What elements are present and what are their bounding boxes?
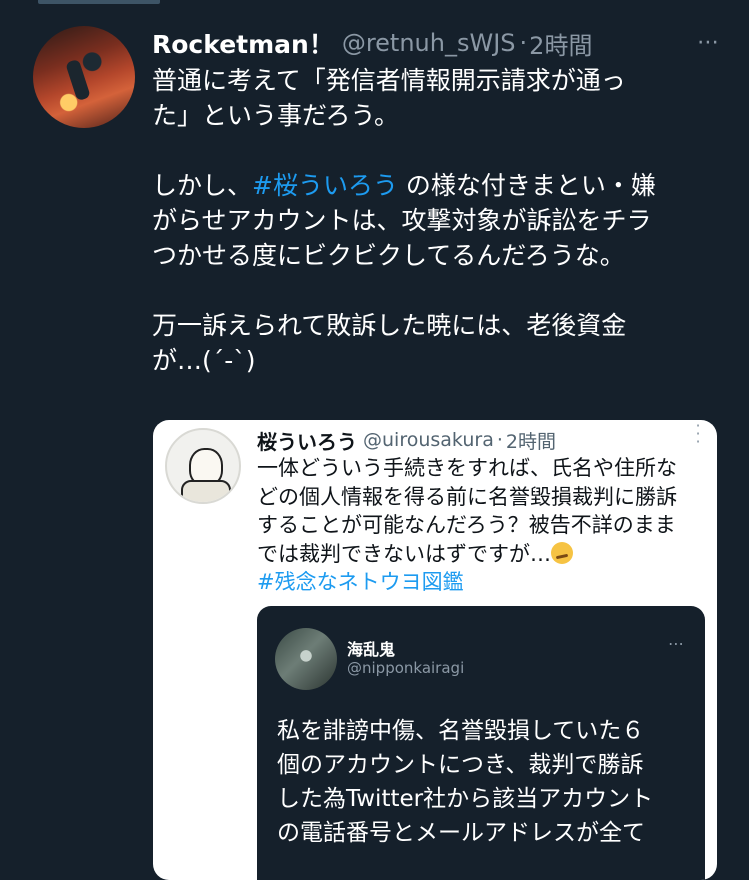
quoted-avatar[interactable] — [165, 428, 241, 504]
separator-dot: · — [519, 29, 528, 57]
embedded-avatar — [275, 628, 337, 690]
tweet-header: Rocketman！ @retnuh_sWJS · 2時間 — [152, 26, 592, 60]
quoted-line: どの個人情報を得る前に名誉毀損裁判に勝訴 — [257, 484, 677, 509]
tweet-line: 普通に考えて「発信者情報開示請求が通っ — [152, 66, 626, 95]
quoted-line-segment: では裁判できないはずですが… — [257, 541, 551, 566]
quoted-line: することが可能なんだろう？被告不詳のまま — [257, 513, 676, 537]
tweet-line-segment: の様な付きまとい・嫌 — [397, 171, 656, 200]
more-options-icon[interactable]: ⋯ — [697, 30, 721, 55]
user-handle[interactable]: @retnuh_sWJS — [342, 29, 516, 57]
embedded-line: 個のアカウントにつき、裁判で勝訴 — [277, 752, 644, 778]
tweet-line: 万一訴えられて敗訴した暁には、老後資金 — [152, 311, 627, 340]
embedded-display-name: 海乱鬼 — [347, 640, 396, 659]
hashtag-link[interactable]: #桜ういろう — [252, 171, 398, 200]
quoted-line: 一体どういう手続きをすれば、氏名や住所な — [257, 456, 677, 480]
tweet-line-segment: しかし、 — [152, 171, 253, 200]
quoted-display-name[interactable]: 桜ういろう — [257, 426, 357, 455]
avatar-illustration — [181, 480, 231, 502]
tweet-line: つかせる度にビクビクしてるんだろうな。 — [152, 241, 625, 270]
tweet-line: しかし、#桜ういろう の様な付きまとい・嫌 — [152, 168, 722, 203]
quoted-tweet-text: 一体どういう手続きをすれば、氏名や住所な どの個人情報を得る前に名誉毀損裁判に勝… — [257, 454, 709, 597]
quoted-timestamp[interactable]: 2時間 — [506, 427, 556, 454]
display-name[interactable]: Rocketman！ — [152, 25, 334, 61]
quoted-line: では裁判できないはずですが… — [257, 540, 709, 569]
tweet-line: た」という事だろう。 — [152, 101, 400, 130]
quoted-line: #残念なネトウヨ図鑑 — [257, 568, 709, 597]
embedded-line: の電話番号とメールアドレスが全て — [277, 820, 645, 846]
tweet-text: 普通に考えて「発信者情報開示請求が通っ た」という事だろう。 しかし、#桜ういろ… — [152, 63, 722, 378]
avatar[interactable] — [33, 26, 135, 128]
separator-dot: · — [496, 429, 503, 451]
embedded-tweet-text: 私を誹謗中傷、名誉毀損していた６ 個のアカウントにつき、裁判で勝訴 した為Twi… — [277, 714, 697, 850]
thinking-face-emoji-icon — [551, 541, 573, 564]
quoted-user-handle[interactable]: @uirousakura — [363, 429, 494, 451]
embedded-user-handle: @nipponkairagi — [347, 659, 465, 677]
tweet-line: が…(´-`) — [152, 346, 256, 375]
embedded-tweet-screenshot[interactable]: 海乱鬼 @nipponkairagi ⋯ 私を誹謗中傷、名誉毀損していた６ 個の… — [257, 606, 705, 880]
top-divider — [38, 0, 160, 4]
tweet-line: がらせアカウントは、攻撃対象が訴訟をチラ — [152, 206, 652, 235]
quoted-tweet-header: 桜ういろう @uirousakura · 2時間 — [257, 426, 556, 454]
quoted-more-options-icon[interactable]: · · · — [693, 420, 703, 450]
embedded-more-options-icon: ⋯ — [668, 634, 685, 653]
tweet-timestamp[interactable]: 2時間 — [529, 26, 592, 61]
embedded-line: 私を誹謗中傷、名誉毀損していた６ — [277, 718, 645, 744]
embedded-line: した為Twitter社から該当アカウント — [277, 786, 654, 812]
quoted-tweet-card[interactable]: 桜ういろう @uirousakura · 2時間 · · · 一体どういう手続きをす… — [153, 420, 717, 880]
hashtag-link[interactable]: #残念なネトウヨ図鑑 — [257, 570, 464, 594]
